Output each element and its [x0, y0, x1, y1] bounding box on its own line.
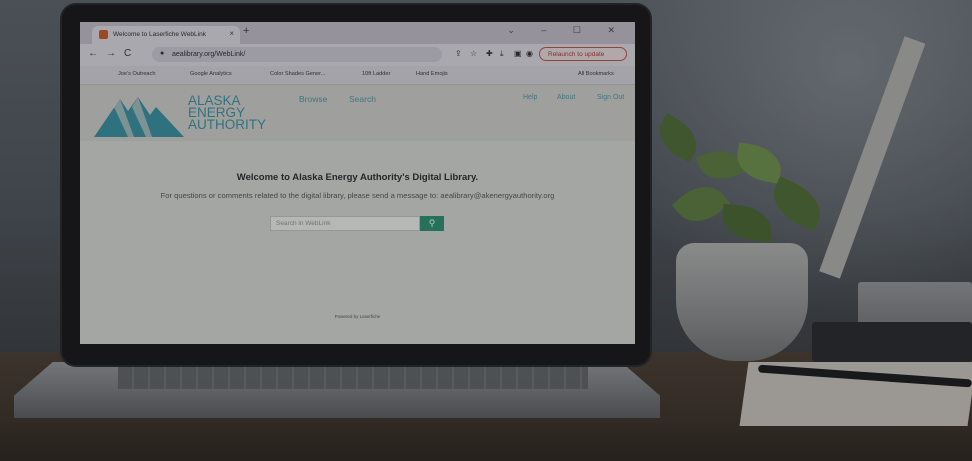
site-header: ALASKA ENERGY AUTHORITY Browse Search He…: [80, 85, 635, 141]
nav-browse[interactable]: Browse: [299, 94, 327, 104]
browser-tab[interactable]: Welcome to Laserfiche WebLink ×: [92, 26, 240, 44]
address-bar[interactable]: ● aealibrary.org/WebLink/: [152, 47, 442, 62]
sidepanel-icon[interactable]: ▣: [514, 49, 522, 58]
book: [812, 322, 972, 362]
nav-sign-out[interactable]: Sign Out: [597, 94, 624, 101]
address-toolbar: ← → C ● aealibrary.org/WebLink/ ⇪ ☆ ✚ ⤓ …: [80, 44, 635, 66]
lock-icon: ●: [160, 50, 165, 57]
laptop-keyboard: [118, 367, 588, 389]
search-icon: ⚲: [428, 218, 436, 228]
bookmark-item[interactable]: Hand Emojis: [416, 71, 448, 77]
extensions-icon[interactable]: ✚: [486, 49, 493, 58]
welcome-heading: Welcome to Alaska Energy Authority's Dig…: [236, 172, 479, 183]
url-text: aealibrary.org/WebLink/: [172, 51, 246, 58]
reload-icon[interactable]: C: [124, 48, 131, 59]
close-tab-icon[interactable]: ×: [229, 29, 234, 38]
search-button[interactable]: ⚲: [420, 216, 444, 231]
aea-logo-icon: [94, 97, 184, 137]
contact-info: For questions or comments related to the…: [160, 191, 555, 200]
photo-scene: Welcome to Laserfiche WebLink × + ⌄ – ☐ …: [0, 0, 972, 461]
bookmark-item[interactable]: Google Analytics: [190, 71, 232, 77]
bookmark-item[interactable]: 10ft Ladder: [362, 71, 390, 77]
star-icon[interactable]: ☆: [470, 49, 477, 58]
download-icon[interactable]: ⤓: [500, 49, 504, 59]
web-page: ALASKA ENERGY AUTHORITY Browse Search He…: [80, 85, 635, 344]
all-bookmarks[interactable]: All Bookmarks: [578, 71, 614, 77]
laptop-screen: Welcome to Laserfiche WebLink × + ⌄ – ☐ …: [80, 22, 635, 344]
search-input[interactable]: Search in WebLink: [270, 216, 420, 231]
logo-line: AUTHORITY: [188, 117, 267, 132]
nav-help[interactable]: Help: [523, 94, 537, 101]
bookmark-item[interactable]: Joe's Outreach: [118, 71, 155, 77]
nav-about[interactable]: About: [557, 94, 575, 101]
new-tab-button[interactable]: +: [243, 25, 249, 37]
profile-icon[interactable]: ◉: [526, 49, 533, 58]
bookmark-item[interactable]: Color Shades Gener...: [270, 71, 325, 77]
bookmarks-bar: Joe's Outreach Google Analytics Color Sh…: [80, 66, 635, 85]
powered-by: Powered by Laserfiche: [334, 314, 381, 319]
plant-pot: [676, 243, 808, 361]
back-icon[interactable]: ←: [88, 48, 98, 59]
forward-icon[interactable]: →: [106, 48, 116, 59]
logo-wordmark: ALASKA ENERGY AUTHORITY: [188, 94, 267, 132]
relaunch-button[interactable]: Relaunch to update: [539, 47, 627, 61]
browser-tab-bar: Welcome to Laserfiche WebLink × + ⌄ – ☐ …: [80, 22, 635, 44]
share-icon[interactable]: ⇪: [455, 49, 462, 58]
tab-title: Welcome to Laserfiche WebLink: [113, 31, 206, 38]
favicon-icon: [99, 30, 108, 39]
window-controls[interactable]: ⌄ – ☐ ✕: [507, 25, 627, 36]
nav-search[interactable]: Search: [349, 94, 376, 104]
